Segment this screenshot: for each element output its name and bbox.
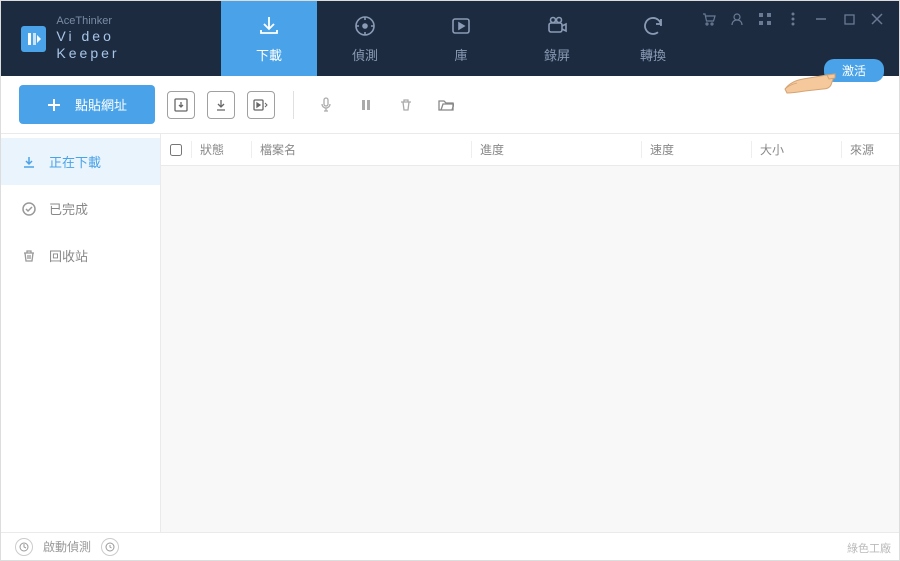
nav-tab-convert[interactable]: 轉換 bbox=[605, 1, 701, 76]
app-header: AceThinker Vi deo Keeper 下載 偵測 庫 錄屏 轉換 bbox=[1, 1, 899, 76]
delete-button[interactable] bbox=[392, 91, 420, 119]
nav-tab-label: 偵測 bbox=[352, 45, 378, 64]
brand-text: AceThinker bbox=[56, 15, 181, 28]
cart-icon[interactable] bbox=[701, 11, 717, 27]
logo-section: AceThinker Vi deo Keeper bbox=[1, 1, 201, 76]
auto-detect-label: 啟動偵測 bbox=[43, 538, 91, 555]
trash-icon bbox=[21, 248, 37, 264]
nav-tab-record[interactable]: 錄屏 bbox=[509, 1, 605, 76]
th-size[interactable]: 大小 bbox=[751, 141, 841, 158]
sidebar-item-label: 回收站 bbox=[49, 246, 88, 265]
nav-tabs: 下載 偵測 庫 錄屏 轉換 bbox=[221, 1, 701, 76]
sidebar-item-downloading[interactable]: 正在下載 bbox=[1, 138, 160, 185]
sidebar: 正在下載 已完成 回收站 bbox=[1, 134, 161, 534]
mic-button[interactable] bbox=[312, 91, 340, 119]
record-icon bbox=[544, 13, 570, 39]
th-status[interactable]: 狀態 bbox=[191, 141, 251, 158]
downloading-icon bbox=[21, 154, 37, 170]
watermark-text: 綠色工廠 bbox=[847, 540, 891, 556]
nav-tab-library[interactable]: 庫 bbox=[413, 1, 509, 76]
nav-tab-download[interactable]: 下載 bbox=[221, 1, 317, 76]
sidebar-item-completed[interactable]: 已完成 bbox=[1, 185, 160, 232]
app-name-text: Vi deo Keeper bbox=[56, 28, 181, 62]
th-progress[interactable]: 進度 bbox=[471, 141, 641, 158]
close-icon[interactable] bbox=[869, 11, 885, 27]
single-download-button[interactable] bbox=[207, 91, 235, 119]
user-icon[interactable] bbox=[729, 11, 745, 27]
th-source[interactable]: 來源 bbox=[841, 141, 899, 158]
apps-icon[interactable] bbox=[757, 11, 773, 27]
sidebar-item-label: 已完成 bbox=[49, 199, 88, 218]
paste-url-button[interactable]: 點貼網址 bbox=[19, 85, 155, 124]
select-all-checkbox[interactable] bbox=[170, 144, 182, 156]
detect-icon bbox=[352, 13, 378, 39]
table-header: 狀態 檔案名 進度 速度 大小 來源 bbox=[161, 134, 899, 166]
select-all-cell bbox=[161, 144, 191, 156]
convert-icon bbox=[640, 13, 666, 39]
maximize-icon[interactable] bbox=[841, 11, 857, 27]
minimize-icon[interactable] bbox=[813, 11, 829, 27]
nav-tab-detect[interactable]: 偵測 bbox=[317, 1, 413, 76]
settings-dropdown-button[interactable] bbox=[247, 91, 275, 119]
menu-icon[interactable] bbox=[785, 11, 801, 27]
toolbar: 點貼網址 bbox=[1, 76, 899, 134]
history-button[interactable] bbox=[101, 538, 119, 556]
folder-button[interactable] bbox=[432, 91, 460, 119]
divider bbox=[293, 91, 294, 119]
nav-tab-label: 庫 bbox=[454, 45, 467, 64]
download-icon bbox=[256, 13, 282, 39]
library-icon bbox=[448, 13, 474, 39]
pause-button[interactable] bbox=[352, 91, 380, 119]
sidebar-item-label: 正在下載 bbox=[49, 152, 101, 171]
nav-tab-label: 轉換 bbox=[640, 45, 666, 64]
paste-button-label: 點貼網址 bbox=[75, 95, 127, 114]
nav-tab-label: 下載 bbox=[256, 45, 282, 64]
main-area: 正在下載 已完成 回收站 狀態 檔案名 進度 速度 大小 來源 bbox=[1, 134, 899, 534]
batch-download-button[interactable] bbox=[167, 91, 195, 119]
content-area: 狀態 檔案名 進度 速度 大小 來源 bbox=[161, 134, 899, 534]
th-name[interactable]: 檔案名 bbox=[251, 141, 471, 158]
pointing-hand-graphic bbox=[783, 63, 839, 104]
th-speed[interactable]: 速度 bbox=[641, 141, 751, 158]
app-logo-icon bbox=[21, 26, 46, 52]
auto-detect-toggle-icon[interactable] bbox=[15, 538, 33, 556]
footer: 啟動偵測 bbox=[1, 532, 899, 560]
completed-icon bbox=[21, 201, 37, 217]
nav-tab-label: 錄屏 bbox=[544, 45, 570, 64]
sidebar-item-trash[interactable]: 回收站 bbox=[1, 232, 160, 279]
